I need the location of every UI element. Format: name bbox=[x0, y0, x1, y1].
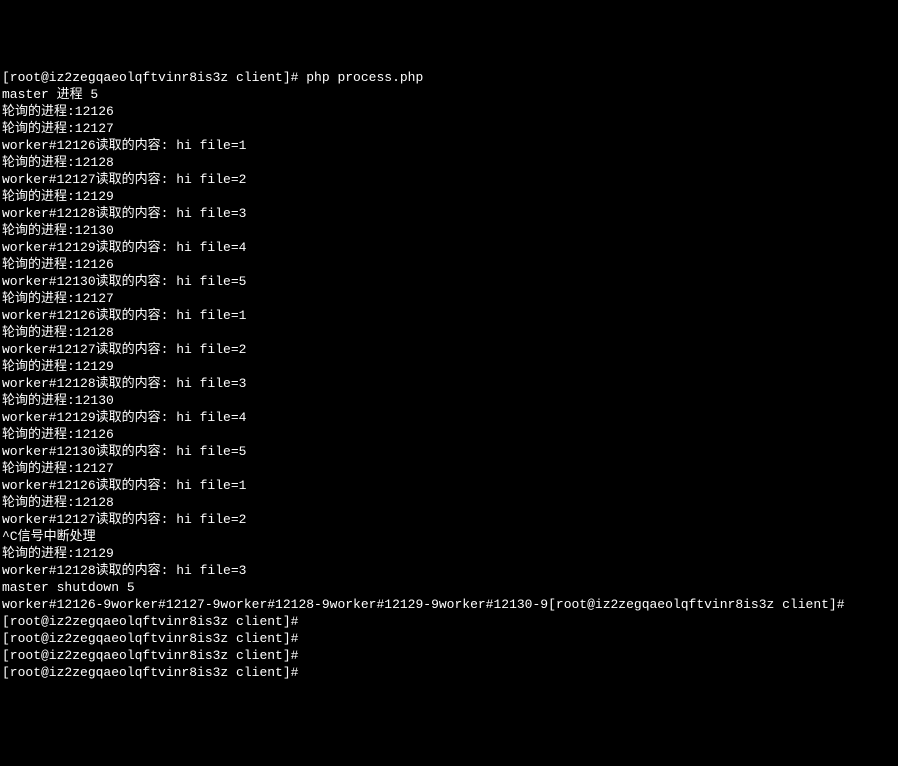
terminal-line: [root@iz2zegqaeolqftvinr8is3z client]# p… bbox=[2, 69, 896, 86]
terminal-line: [root@iz2zegqaeolqftvinr8is3z client]# bbox=[2, 630, 896, 647]
terminal-line: 轮询的进程:12129 bbox=[2, 358, 896, 375]
terminal-line: worker#12130读取的内容: hi file=5 bbox=[2, 273, 896, 290]
terminal-line: ^C信号中断处理 bbox=[2, 528, 896, 545]
terminal-line: worker#12126读取的内容: hi file=1 bbox=[2, 137, 896, 154]
terminal-line: master 进程 5 bbox=[2, 86, 896, 103]
terminal-line: worker#12126-9worker#12127-9worker#12128… bbox=[2, 596, 896, 613]
terminal-line: 轮询的进程:12129 bbox=[2, 188, 896, 205]
terminal-line: 轮询的进程:12128 bbox=[2, 154, 896, 171]
terminal-line: [root@iz2zegqaeolqftvinr8is3z client]# bbox=[2, 664, 896, 681]
terminal-line: 轮询的进程:12130 bbox=[2, 222, 896, 239]
terminal-line: worker#12129读取的内容: hi file=4 bbox=[2, 239, 896, 256]
terminal-line: worker#12127读取的内容: hi file=2 bbox=[2, 171, 896, 188]
terminal-line: 轮询的进程:12127 bbox=[2, 290, 896, 307]
terminal-line: 轮询的进程:12128 bbox=[2, 324, 896, 341]
terminal-output[interactable]: [root@iz2zegqaeolqftvinr8is3z client]# p… bbox=[2, 69, 896, 681]
terminal-line: worker#12127读取的内容: hi file=2 bbox=[2, 511, 896, 528]
terminal-line: 轮询的进程:12127 bbox=[2, 460, 896, 477]
terminal-line: master shutdown 5 bbox=[2, 579, 896, 596]
terminal-line: 轮询的进程:12128 bbox=[2, 494, 896, 511]
terminal-line: 轮询的进程:12127 bbox=[2, 120, 896, 137]
terminal-line: worker#12129读取的内容: hi file=4 bbox=[2, 409, 896, 426]
terminal-line: [root@iz2zegqaeolqftvinr8is3z client]# bbox=[2, 613, 896, 630]
terminal-line: [root@iz2zegqaeolqftvinr8is3z client]# bbox=[2, 647, 896, 664]
terminal-line: worker#12128读取的内容: hi file=3 bbox=[2, 562, 896, 579]
terminal-line: worker#12126读取的内容: hi file=1 bbox=[2, 307, 896, 324]
terminal-line: 轮询的进程:12126 bbox=[2, 256, 896, 273]
terminal-line: 轮询的进程:12126 bbox=[2, 426, 896, 443]
terminal-line: worker#12127读取的内容: hi file=2 bbox=[2, 341, 896, 358]
terminal-line: 轮询的进程:12126 bbox=[2, 103, 896, 120]
terminal-line: worker#12128读取的内容: hi file=3 bbox=[2, 375, 896, 392]
terminal-line: worker#12126读取的内容: hi file=1 bbox=[2, 477, 896, 494]
terminal-line: worker#12128读取的内容: hi file=3 bbox=[2, 205, 896, 222]
terminal-line: worker#12130读取的内容: hi file=5 bbox=[2, 443, 896, 460]
terminal-line: 轮询的进程:12130 bbox=[2, 392, 896, 409]
terminal-line: 轮询的进程:12129 bbox=[2, 545, 896, 562]
